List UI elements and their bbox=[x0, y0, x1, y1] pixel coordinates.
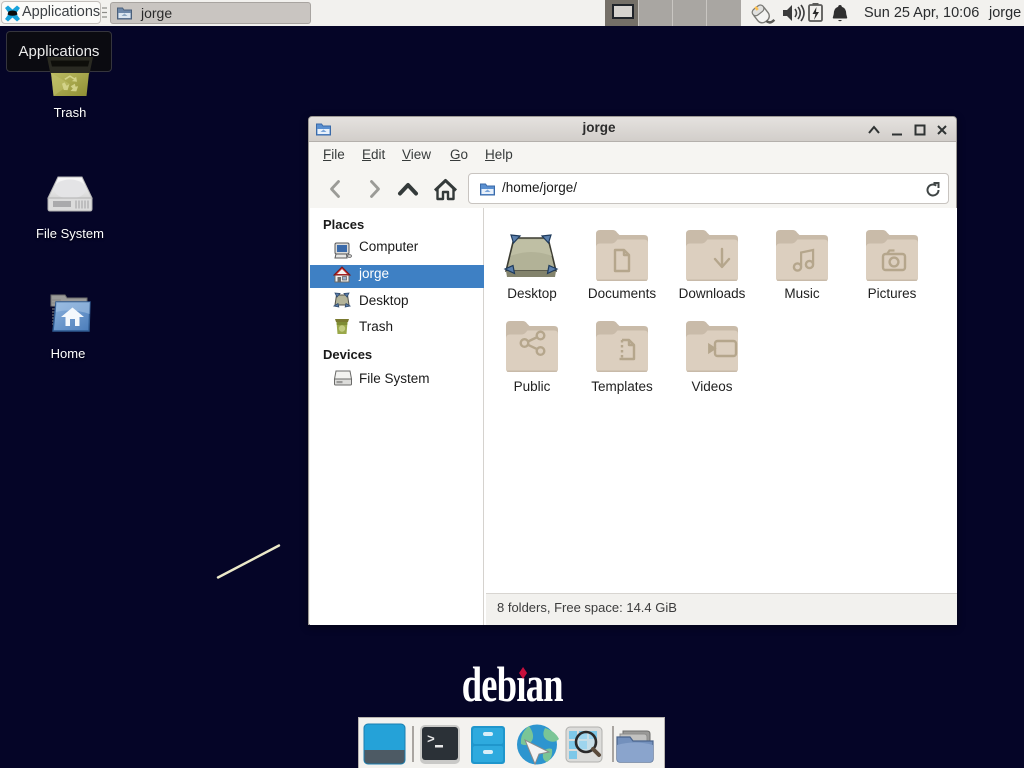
svg-text:Templates: Templates bbox=[591, 379, 653, 394]
svg-text:>: > bbox=[427, 732, 435, 747]
svg-text:Pictures: Pictures bbox=[868, 286, 917, 301]
svg-text:Music: Music bbox=[784, 286, 820, 301]
svg-text:Videos: Videos bbox=[691, 379, 732, 394]
svg-text:Desktop: Desktop bbox=[507, 286, 557, 301]
svg-text:Public: Public bbox=[514, 379, 551, 394]
svg-text:Downloads: Downloads bbox=[679, 286, 746, 301]
svg-text:Documents: Documents bbox=[588, 286, 657, 301]
